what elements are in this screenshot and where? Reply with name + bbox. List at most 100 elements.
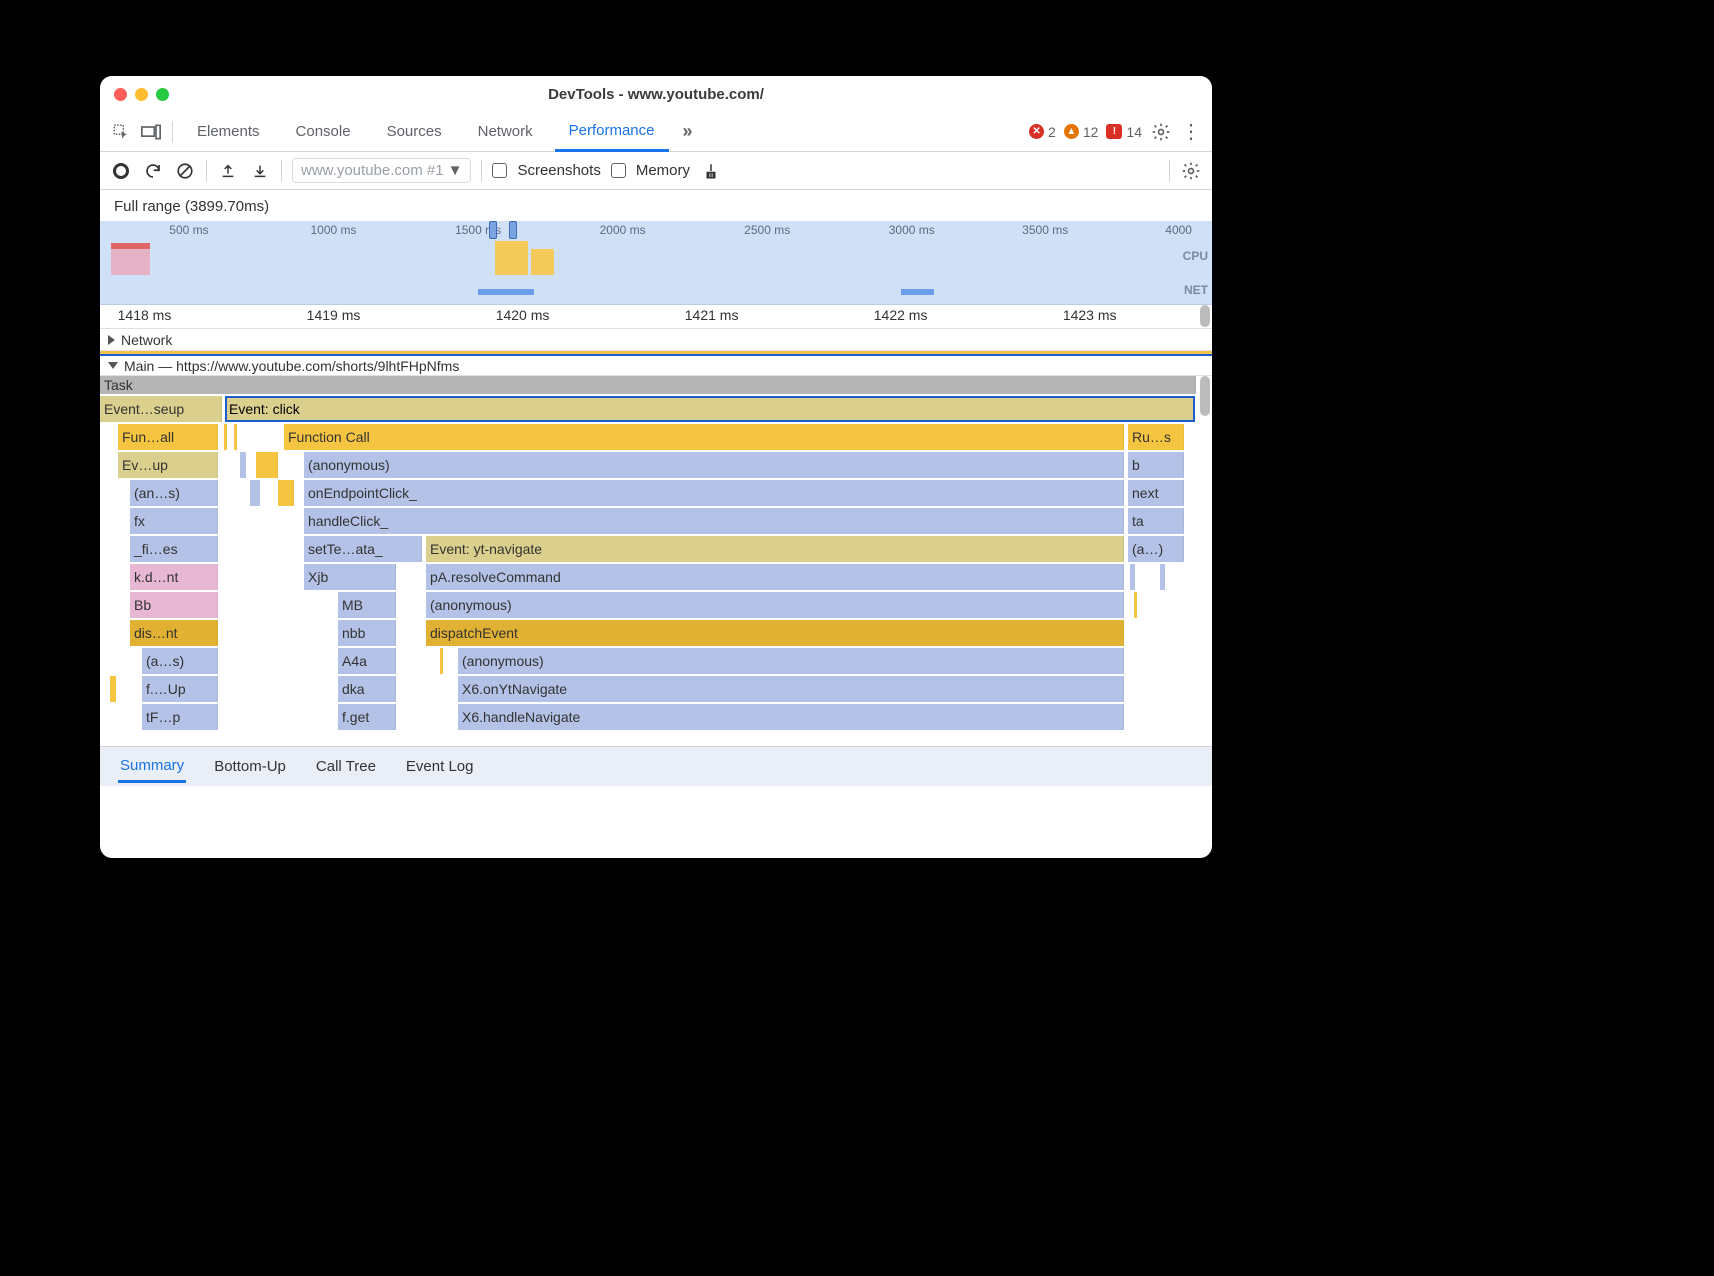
timeline-ruler[interactable]: 1418 ms 1419 ms 1420 ms 1421 ms 1422 ms … <box>100 305 1212 329</box>
inspect-element-icon[interactable] <box>110 121 132 143</box>
issue-badges[interactable]: ✕2 ▲12 !14 <box>1029 124 1142 140</box>
overview-selection-right-handle[interactable] <box>509 221 517 239</box>
timeline-overview[interactable]: 500 ms 1000 ms 1500 ms 2000 ms 2500 ms 3… <box>100 221 1212 305</box>
flame-entry[interactable]: tF…p <box>142 704 218 730</box>
flame-yt-navigate[interactable]: Event: yt-navigate <box>426 536 1124 562</box>
flame-handleclick[interactable]: handleClick_ <box>304 508 1124 534</box>
overview-tick: 4000 <box>1165 223 1192 237</box>
flame-anonymous[interactable]: (anonymous) <box>426 592 1124 618</box>
flame-anonymous[interactable]: (anonymous) <box>304 452 1124 478</box>
record-button[interactable] <box>110 160 132 182</box>
window-title: DevTools - www.youtube.com/ <box>100 86 1212 103</box>
main-track-header[interactable]: Main — https://www.youtube.com/shorts/9l… <box>100 354 1212 376</box>
main-tab-bar: Elements Console Sources Network Perform… <box>100 112 1212 152</box>
flame-entry[interactable]: k.d…nt <box>130 564 218 590</box>
flame-entry[interactable]: Ev…up <box>118 452 218 478</box>
tab-bottom-up[interactable]: Bottom-Up <box>212 752 288 781</box>
flame-entry[interactable]: (an…s) <box>130 480 218 506</box>
ruler-tick: 1422 ms <box>874 307 928 323</box>
flame-onendpointclick[interactable]: onEndpointClick_ <box>304 480 1124 506</box>
flame-entry[interactable] <box>278 480 294 506</box>
vertical-scrollbar[interactable] <box>1200 376 1210 416</box>
tab-network[interactable]: Network <box>464 112 547 152</box>
tab-sources[interactable]: Sources <box>373 112 456 152</box>
expand-icon <box>108 335 115 345</box>
device-toolbar-icon[interactable] <box>140 121 162 143</box>
flame-entry[interactable]: dis…nt <box>130 620 218 646</box>
flame-entry[interactable]: setTe…ata_ <box>304 536 422 562</box>
flame-entry[interactable]: (a…s) <box>142 648 218 674</box>
upload-profile-icon[interactable] <box>217 160 239 182</box>
flame-event-mouseup[interactable]: Event…seup <box>100 396 222 422</box>
ruler-tick: 1420 ms <box>496 307 550 323</box>
flame-entry[interactable]: dka <box>338 676 396 702</box>
flame-entry[interactable]: MB <box>338 592 396 618</box>
settings-icon[interactable] <box>1150 121 1172 143</box>
garbage-collect-icon[interactable] <box>700 160 722 182</box>
zoom-window-button[interactable] <box>156 88 169 101</box>
separator <box>281 160 282 182</box>
memory-label: Memory <box>636 162 690 179</box>
errors-badge[interactable]: ✕2 <box>1029 124 1056 140</box>
tab-event-log[interactable]: Event Log <box>404 752 476 781</box>
recording-select[interactable]: www.youtube.com #1▼ <box>292 158 471 183</box>
collapse-icon <box>108 362 118 369</box>
flame-entry[interactable] <box>256 452 278 478</box>
reload-record-button[interactable] <box>142 160 164 182</box>
tab-summary[interactable]: Summary <box>118 751 186 783</box>
overview-selection-left-handle[interactable] <box>489 221 497 239</box>
flame-anonymous[interactable]: (anonymous) <box>458 648 1124 674</box>
flame-entry[interactable]: Ru…s <box>1128 424 1184 450</box>
overview-tick: 3500 ms <box>1022 223 1068 237</box>
flame-entry[interactable]: Xjb <box>304 564 396 590</box>
title-bar: DevTools - www.youtube.com/ <box>100 76 1212 112</box>
tab-console[interactable]: Console <box>282 112 365 152</box>
flame-entry[interactable]: nbb <box>338 620 396 646</box>
details-tab-bar: Summary Bottom-Up Call Tree Event Log <box>100 746 1212 786</box>
window-controls <box>100 88 169 101</box>
flame-chart[interactable]: Task Event…seup Event: click Fun…all Fun… <box>100 376 1212 746</box>
errors-count: 2 <box>1048 124 1056 140</box>
net-label: NET <box>1184 283 1208 297</box>
tab-elements[interactable]: Elements <box>183 112 274 152</box>
separator <box>1169 160 1170 182</box>
warnings-badge[interactable]: ▲12 <box>1064 124 1099 140</box>
flame-event-click-selected[interactable]: Event: click <box>225 396 1195 422</box>
flame-entry[interactable]: next <box>1128 480 1184 506</box>
clear-button[interactable] <box>174 160 196 182</box>
flame-entry[interactable]: b <box>1128 452 1184 478</box>
memory-checkbox[interactable] <box>611 163 626 178</box>
horizontal-scrollbar[interactable] <box>1200 305 1210 327</box>
download-profile-icon[interactable] <box>249 160 271 182</box>
flame-onytnavigate[interactable]: X6.onYtNavigate <box>458 676 1124 702</box>
flame-resolvecommand[interactable]: pA.resolveCommand <box>426 564 1124 590</box>
flame-entry[interactable]: (a…) <box>1128 536 1184 562</box>
flame-function-call[interactable]: Function Call <box>284 424 1124 450</box>
flame-entry[interactable]: ta <box>1128 508 1184 534</box>
flame-entry[interactable]: f.get <box>338 704 396 730</box>
devtools-window: DevTools - www.youtube.com/ Elements Con… <box>100 76 1212 858</box>
flame-task[interactable]: Task <box>100 376 1196 394</box>
kebab-menu-icon[interactable]: ⋮ <box>1180 121 1202 143</box>
flame-handlenavigate[interactable]: X6.handleNavigate <box>458 704 1124 730</box>
minimize-window-button[interactable] <box>135 88 148 101</box>
network-track-header[interactable]: Network <box>100 329 1212 351</box>
flame-entry[interactable]: Bb <box>130 592 218 618</box>
close-window-button[interactable] <box>114 88 127 101</box>
messages-badge[interactable]: !14 <box>1106 124 1142 140</box>
flame-entry[interactable]: A4a <box>338 648 396 674</box>
flame-entry[interactable]: _fi…es <box>130 536 218 562</box>
performance-toolbar: www.youtube.com #1▼ Screenshots Memory <box>100 152 1212 190</box>
tab-performance[interactable]: Performance <box>555 112 669 152</box>
ruler-tick: 1423 ms <box>1063 307 1117 323</box>
tab-call-tree[interactable]: Call Tree <box>314 752 378 781</box>
more-tabs-icon[interactable]: » <box>677 121 699 143</box>
ruler-tick: 1418 ms <box>118 307 172 323</box>
screenshots-checkbox[interactable] <box>492 163 507 178</box>
recording-select-label: www.youtube.com #1 <box>301 162 444 179</box>
flame-entry[interactable]: fx <box>130 508 218 534</box>
flame-entry[interactable]: f.…Up <box>142 676 218 702</box>
flame-entry[interactable]: Fun…all <box>118 424 218 450</box>
capture-settings-icon[interactable] <box>1180 160 1202 182</box>
flame-dispatchevent[interactable]: dispatchEvent <box>426 620 1124 646</box>
